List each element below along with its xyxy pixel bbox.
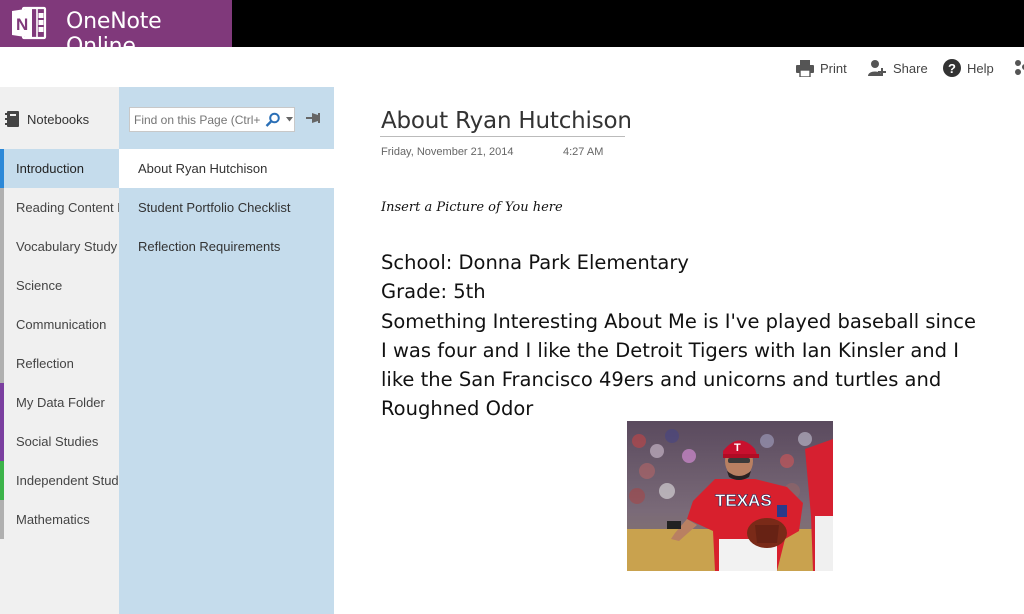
section-item[interactable]: Science: [0, 266, 119, 305]
people-button[interactable]: [1012, 58, 1024, 78]
section-label: My Data Folder: [16, 395, 105, 410]
note-line: I was four and I like the Detroit Tigers…: [381, 338, 959, 362]
baseball-player-photo[interactable]: T TEXAS: [627, 421, 833, 571]
section-label: Mathematics: [16, 512, 90, 527]
page-label: Reflection Requirements: [138, 239, 281, 254]
people-icon: [1015, 60, 1024, 75]
section-item[interactable]: Reading Content I: [0, 188, 119, 227]
section-item[interactable]: Independent Stud: [0, 461, 119, 500]
pages-pane: About Ryan Hutchison Student Portfolio Ch…: [119, 87, 334, 614]
insert-picture-note[interactable]: Insert a Picture of You here: [381, 200, 563, 215]
print-label: Print: [820, 60, 847, 76]
section-color-bar: [0, 500, 4, 539]
chevron-down-icon[interactable]: [286, 117, 293, 122]
share-label: Share: [893, 60, 928, 76]
help-label: Help: [967, 60, 994, 76]
search-icon[interactable]: [265, 112, 281, 128]
note-line: Roughned Odor: [381, 397, 534, 421]
section-label: Vocabulary Study: [16, 239, 118, 254]
note-line: like the San Francisco 49ers and unicorn…: [381, 368, 942, 392]
section-item[interactable]: Introduction: [0, 149, 119, 188]
printer-icon: [796, 59, 814, 77]
section-label: Reading Content I: [16, 200, 119, 215]
section-color-bar: [0, 305, 4, 344]
section-color-bar: [0, 227, 4, 266]
note-body[interactable]: School: Donna Park Elementary Grade: 5th…: [381, 248, 1011, 424]
section-color-bar: [0, 149, 4, 188]
sections-pane: Notebooks Introduction Reading Content I V…: [0, 87, 119, 614]
section-item[interactable]: Communication: [0, 305, 119, 344]
search-box: [129, 107, 295, 132]
svg-text:N: N: [16, 15, 28, 34]
section-item[interactable]: Reflection: [0, 344, 119, 383]
section-label: Reflection: [16, 356, 74, 371]
page-item[interactable]: About Ryan Hutchison: [119, 149, 334, 188]
jersey-text: TEXAS: [715, 491, 772, 510]
onenote-logo-icon: N: [12, 6, 47, 40]
section-color-bar: [0, 422, 4, 461]
page-item[interactable]: Student Portfolio Checklist: [119, 188, 334, 227]
note-line-grade: Grade: 5th: [381, 280, 486, 304]
print-button[interactable]: Print: [796, 58, 847, 78]
share-button[interactable]: Share: [868, 58, 928, 78]
section-color-bar: [0, 344, 4, 383]
search-input[interactable]: [134, 112, 260, 128]
page-title[interactable]: About Ryan Hutchison: [381, 108, 632, 134]
section-label: Communication: [16, 317, 107, 332]
page-item[interactable]: Reflection Requirements: [119, 227, 334, 266]
command-bar: Print Share ? Help: [0, 47, 1024, 87]
page-label: Student Portfolio Checklist: [138, 200, 291, 215]
page-date: Friday, November 21, 2014: [381, 146, 514, 158]
cap-letter: T: [734, 442, 741, 454]
notebooks-label: Notebooks: [27, 112, 90, 127]
page-label: About Ryan Hutchison: [138, 161, 268, 176]
section-color-bar: [0, 266, 4, 305]
section-label: Science: [16, 278, 63, 293]
section-color-bar: [0, 383, 4, 422]
top-bar: N OneNote Online: [0, 0, 1024, 59]
note-line-school: School: Donna Park Elementary: [381, 251, 689, 274]
section-color-bar: [0, 188, 4, 227]
app-brand[interactable]: N OneNote Online: [0, 0, 232, 59]
share-person-icon: [868, 60, 886, 76]
page-canvas[interactable]: About Ryan Hutchison Friday, November 21…: [334, 87, 1024, 614]
section-item[interactable]: Vocabulary Study: [0, 227, 119, 266]
section-color-bar: [0, 461, 4, 500]
pin-icon[interactable]: [306, 112, 320, 124]
help-icon: ?: [943, 59, 961, 77]
section-item[interactable]: My Data Folder: [0, 383, 119, 422]
page-time: 4:27 AM: [563, 146, 604, 158]
title-underline: [380, 136, 625, 137]
help-button[interactable]: ? Help: [943, 58, 994, 78]
notebook-icon: [5, 111, 19, 127]
notebooks-button[interactable]: Notebooks: [0, 87, 119, 149]
section-label: Introduction: [16, 161, 84, 176]
svg-text:?: ?: [948, 61, 956, 76]
photo-illustration: T TEXAS: [627, 421, 833, 571]
section-item[interactable]: Social Studies: [0, 422, 119, 461]
section-item[interactable]: Mathematics: [0, 500, 119, 539]
section-label: Social Studies: [16, 434, 99, 449]
note-line: Something Interesting About Me is I've p…: [381, 309, 977, 333]
section-label: Independent Stud: [16, 473, 119, 488]
